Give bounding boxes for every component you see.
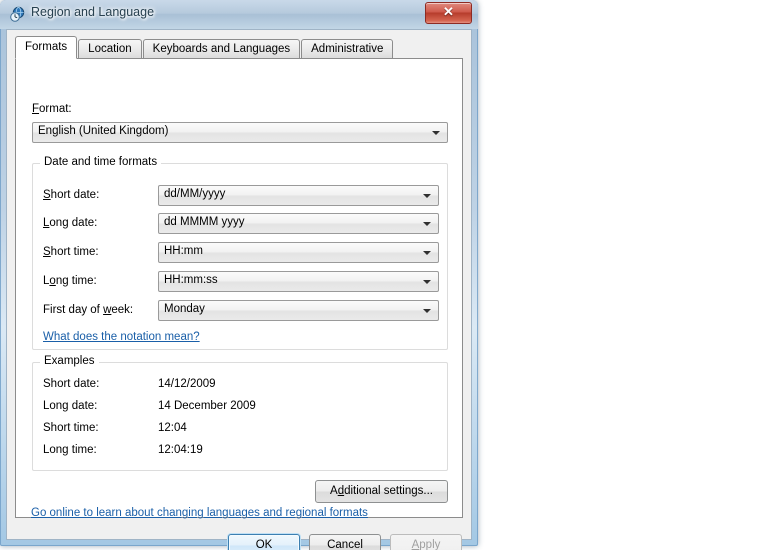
tab-administrative[interactable]: Administrative: [301, 39, 394, 59]
example-short-date-value: 14/12/2009: [158, 378, 216, 390]
chevron-down-icon: [423, 309, 431, 313]
chevron-down-icon: [423, 194, 431, 198]
chevron-down-icon: [432, 131, 440, 135]
chevron-down-icon: [423, 280, 431, 284]
example-short-date-label: Short date:: [43, 378, 100, 390]
first-day-of-week-label: First day of week:: [43, 304, 134, 316]
cancel-button[interactable]: Cancel: [309, 534, 381, 550]
go-online-link[interactable]: Go online to learn about changing langua…: [31, 507, 368, 519]
desktop-background: Region and Language ✕ Formats Location K…: [0, 0, 768, 550]
first-day-of-week-combobox[interactable]: Monday: [158, 300, 439, 321]
example-long-time-value: 12:04:19: [158, 444, 203, 456]
tab-strip: Formats Location Keyboards and Languages…: [15, 36, 394, 59]
format-combobox[interactable]: English (United Kingdom): [32, 122, 448, 143]
short-time-combobox[interactable]: HH:mm: [158, 242, 439, 263]
notation-help-link[interactable]: What does the notation mean?: [43, 331, 200, 343]
tab-keyboards-and-languages[interactable]: Keyboards and Languages: [142, 39, 301, 59]
short-date-label: Short date:: [43, 189, 100, 201]
format-combobox-value: English (United Kingdom): [38, 125, 169, 137]
long-time-combobox[interactable]: HH:mm:ss: [158, 271, 439, 292]
window-title: Region and Language: [31, 5, 155, 19]
example-long-date-label: Long date:: [43, 400, 98, 412]
short-time-value: HH:mm: [164, 245, 203, 257]
long-date-value: dd MMMM yyyy: [164, 216, 245, 228]
short-time-label: Short time:: [43, 246, 99, 258]
long-date-combobox[interactable]: dd MMMM yyyy: [158, 213, 439, 234]
example-long-date-value: 14 December 2009: [158, 400, 256, 412]
formats-tab-page: Format: English (United Kingdom) Date an…: [15, 58, 463, 518]
first-day-of-week-value: Monday: [164, 303, 205, 315]
format-label: Format:: [32, 103, 72, 115]
example-short-time-value: 12:04: [158, 422, 187, 434]
close-button[interactable]: ✕: [425, 2, 472, 24]
example-short-time-label: Short time:: [43, 422, 99, 434]
date-and-time-formats-title: Date and time formats: [40, 156, 162, 168]
additional-settings-button[interactable]: Additional settings...: [315, 480, 448, 503]
long-time-label: Long time:: [43, 275, 97, 287]
region-and-language-window: Region and Language ✕ Formats Location K…: [0, 0, 478, 550]
long-time-value: HH:mm:ss: [164, 274, 218, 286]
tab-location[interactable]: Location: [78, 39, 142, 59]
examples-title: Examples: [40, 355, 99, 367]
short-date-value: dd/MM/yyyy: [164, 188, 226, 200]
chevron-down-icon: [423, 251, 431, 255]
title-bar[interactable]: Region and Language ✕: [0, 0, 478, 29]
chevron-down-icon: [423, 222, 431, 226]
close-icon: ✕: [443, 4, 454, 19]
example-long-time-label: Long time:: [43, 444, 97, 456]
tab-formats[interactable]: Formats: [15, 36, 78, 59]
dialog-client-area: Formats Location Keyboards and Languages…: [6, 29, 472, 550]
ok-button[interactable]: OK: [228, 534, 300, 550]
short-date-combobox[interactable]: dd/MM/yyyy: [158, 185, 439, 206]
apply-button: Apply: [390, 534, 462, 550]
globe-clock-icon: [9, 6, 26, 23]
long-date-label: Long date:: [43, 217, 98, 229]
